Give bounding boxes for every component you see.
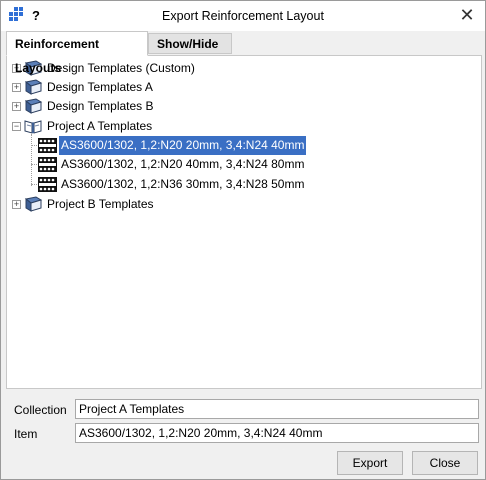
tree-node-project-a-templates[interactable]: − Project A Templates bbox=[7, 117, 477, 136]
tree-item-layout-2[interactable]: AS3600/1302, 1,2:N20 40mm, 3,4:N24 80mm bbox=[7, 155, 477, 174]
tree-node-label: Design Templates A bbox=[47, 80, 153, 94]
tree-item-label: AS3600/1302, 1,2:N20 20mm, 3,4:N24 40mm bbox=[59, 136, 307, 155]
tree-node-design-templates-custom[interactable]: + Design Templates (Custom) bbox=[7, 59, 477, 78]
collection-label: Collection bbox=[14, 403, 67, 417]
collapse-icon[interactable]: − bbox=[12, 122, 21, 131]
book-icon bbox=[24, 98, 43, 114]
tree-node-label: Design Templates B bbox=[47, 99, 154, 113]
item-field[interactable] bbox=[75, 423, 479, 443]
open-book-icon bbox=[24, 120, 42, 134]
tree-node-label: Project B Templates bbox=[47, 197, 154, 211]
tree-item-label: AS3600/1302, 1,2:N36 30mm, 3,4:N28 50mm bbox=[61, 177, 305, 191]
book-icon bbox=[24, 196, 43, 212]
item-label: Item bbox=[14, 427, 38, 441]
rebar-layout-icon bbox=[38, 138, 57, 153]
tree-node-label: Design Templates (Custom) bbox=[47, 61, 195, 75]
export-button[interactable]: Export bbox=[337, 451, 403, 475]
tab-show-hide[interactable]: Show/Hide bbox=[148, 33, 232, 54]
close-button[interactable]: Close bbox=[412, 451, 478, 475]
export-reinforcement-layout-dialog: ? Export Reinforcement Layout ✕ Reinforc… bbox=[0, 0, 486, 480]
tree-item-layout-1[interactable]: AS3600/1302, 1,2:N20 20mm, 3,4:N24 40mm bbox=[7, 136, 477, 155]
expand-icon[interactable]: + bbox=[12, 83, 21, 92]
title-bar: ? Export Reinforcement Layout ✕ bbox=[1, 1, 485, 31]
tree-node-design-templates-a[interactable]: + Design Templates A bbox=[7, 78, 477, 97]
book-icon bbox=[24, 79, 43, 95]
tree-item-label: AS3600/1302, 1,2:N20 40mm, 3,4:N24 80mm bbox=[61, 157, 305, 171]
rebar-layout-icon bbox=[38, 157, 57, 172]
layout-tree[interactable]: + Design Templates (Custom) + Design Tem… bbox=[6, 55, 482, 389]
tree-node-design-templates-b[interactable]: + Design Templates B bbox=[7, 97, 477, 116]
tree-item-layout-3[interactable]: AS3600/1302, 1,2:N36 30mm, 3,4:N28 50mm bbox=[7, 175, 477, 194]
tab-reinforcement-layouts[interactable]: Reinforcement Layouts bbox=[6, 31, 148, 75]
rebar-layout-icon bbox=[38, 177, 57, 192]
tree-node-label: Project A Templates bbox=[47, 119, 153, 133]
collection-field[interactable] bbox=[75, 399, 479, 419]
expand-icon[interactable]: + bbox=[12, 102, 21, 111]
tree-node-project-b-templates[interactable]: + Project B Templates bbox=[7, 195, 477, 214]
dialog-title: Export Reinforcement Layout bbox=[162, 9, 324, 23]
close-icon[interactable]: ✕ bbox=[457, 5, 477, 25]
expand-icon[interactable]: + bbox=[12, 200, 21, 209]
